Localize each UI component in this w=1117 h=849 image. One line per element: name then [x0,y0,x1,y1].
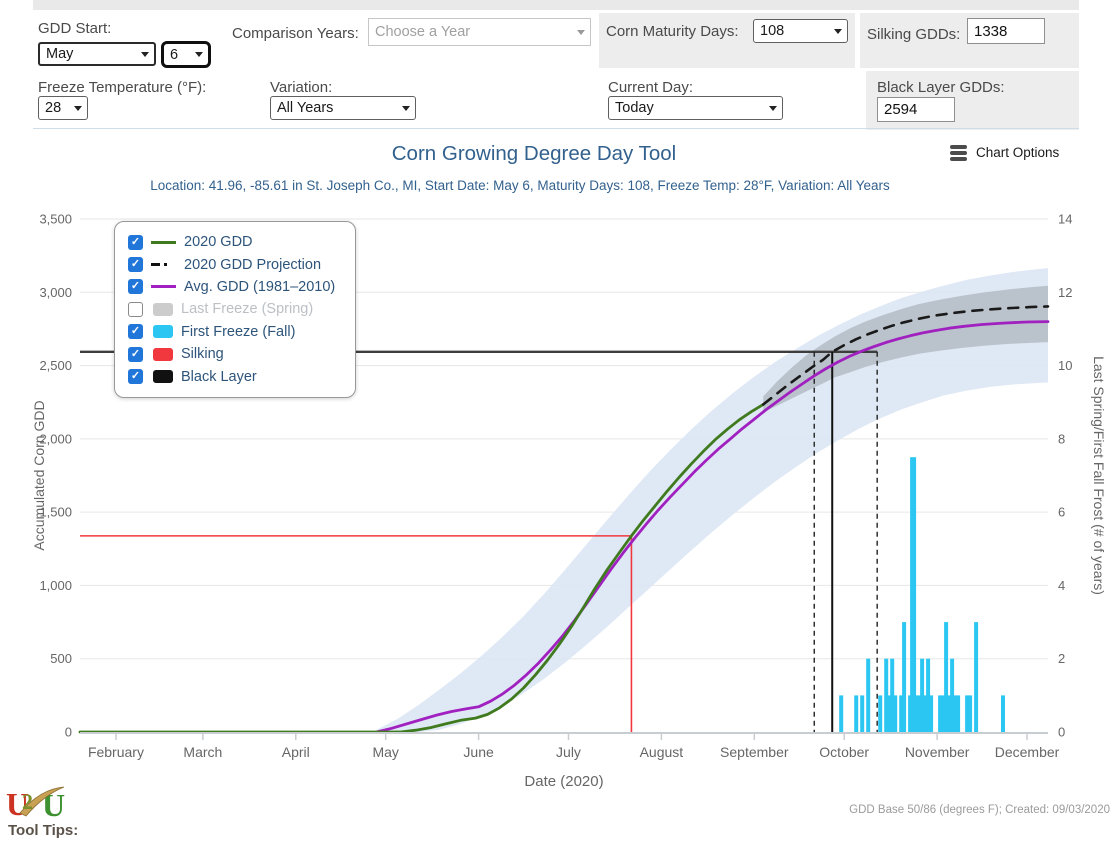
y-right-tick-label: 14 [1058,212,1072,227]
y-left-tick-label: 1,000 [39,578,72,593]
legend-item-black-layer: Black Layer [128,365,355,387]
freeze-bar [956,695,960,732]
legend-label-2020-gdd: 2020 GDD [184,234,253,250]
legend-marker-last-freeze-spring [153,303,173,316]
x-tick-label: May [372,744,398,760]
x-tick-label: July [556,744,581,760]
y-right-tick-label: 10 [1058,358,1072,373]
freeze-bar [1001,695,1005,732]
gdd-chart-canvas: February March April May June July August Septe… [0,0,1117,849]
freeze-bar [839,695,843,732]
y-right-tick-label: 2 [1058,651,1065,666]
y-right-tick-label: 12 [1058,285,1072,300]
legend-item-first-freeze-fall: First Freeze (Fall) [128,321,355,343]
freeze-bar [866,659,870,732]
legend-item-avg-gdd-1981-2010: Avg. GDD (1981–2010) [128,276,355,298]
legend-label-first-freeze-fall: First Freeze (Fall) [181,324,295,340]
legend-checkbox-black-layer[interactable] [128,369,143,384]
y-left-tick-label: 0 [65,725,72,740]
legend-checkbox-avg-gdd-1981-2010[interactable] [128,279,143,294]
legend-marker-2020-gdd [151,241,176,244]
x-tick-label: September [720,744,789,760]
freeze-bar [854,695,858,732]
x-tick-label: June [463,744,494,760]
freeze-bar [968,695,972,732]
y-right-tick-label: 8 [1058,431,1065,446]
corn-gdd-tool-page: GDD Start: May 6 Comparison Years: Choos… [0,0,1117,849]
freeze-bar [929,695,933,732]
legend-item-2020-gdd: 2020 GDD [128,231,355,253]
y-left-tick-label: 3,000 [39,285,72,300]
freeze-bar [893,695,897,732]
chart-legend: 2020 GDD 2020 GDD Projection Avg. GDD (198… [114,221,356,398]
legend-marker-black-layer [153,370,173,383]
legend-item-silking: Silking [128,343,355,365]
freeze-bar [910,457,916,732]
y-right-tick-label: 6 [1058,505,1065,520]
x-tick-label: April [282,744,310,760]
freeze-bar [902,622,906,732]
y-left-tick-label: 500 [50,651,72,666]
y-right-tick-label: 4 [1058,578,1065,593]
legend-checkbox-2020-gdd-projection[interactable] [128,257,143,272]
freeze-bar [860,695,864,732]
legend-label-2020-gdd-projection: 2020 GDD Projection [184,257,321,273]
freeze-bar [878,695,882,732]
freeze-bar [974,622,978,732]
x-tick-label: August [640,744,684,760]
y-right-tick-label: 0 [1058,725,1065,740]
x-tick-label: November [905,744,970,760]
legend-checkbox-last-freeze-spring[interactable] [128,302,143,317]
x-tick-label: October [819,744,869,760]
x-tick-label: February [88,744,144,760]
legend-label-avg-gdd-1981-2010: Avg. GDD (1981–2010) [184,279,335,295]
y-left-tick-label: 2,500 [39,358,72,373]
legend-label-black-layer: Black Layer [181,369,257,385]
y-left-tick-label: 3,500 [39,212,72,227]
legend-label-last-freeze-spring: Last Freeze (Spring) [181,301,313,317]
legend-marker-silking [153,348,173,361]
legend-marker-first-freeze-fall [153,325,173,338]
legend-label-silking: Silking [181,346,224,362]
legend-checkbox-silking[interactable] [128,347,143,362]
y-right-axis-title: Last Spring/First Fall Frost (# of years… [1091,356,1107,595]
x-axis-title: Date (2020) [524,773,603,790]
legend-checkbox-first-freeze-fall[interactable] [128,324,143,339]
legend-item-2020-gdd-projection: 2020 GDD Projection [128,253,355,275]
legend-item-last-freeze-spring: Last Freeze (Spring) [128,298,355,320]
x-tick-label: December [995,744,1060,760]
legend-marker-avg-gdd-1981-2010 [151,285,176,288]
y-left-axis-title: Accumulated Corn GDD [31,400,47,550]
x-tick-label: March [183,744,222,760]
legend-marker-2020-gdd-projection [151,263,176,266]
legend-checkbox-2020-gdd[interactable] [128,235,143,250]
